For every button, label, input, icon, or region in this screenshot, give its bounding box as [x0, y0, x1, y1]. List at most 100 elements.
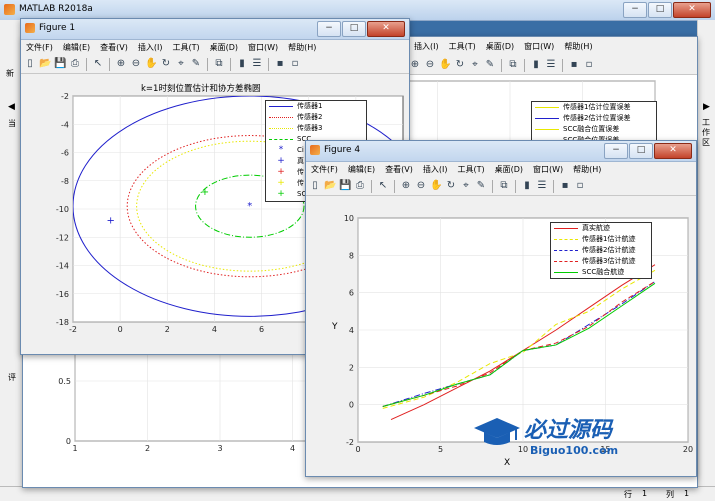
pointer-icon[interactable]: ↖ [92, 58, 104, 70]
menu-tools[interactable]: 工具(T) [452, 164, 489, 175]
menu-view[interactable]: 查看(V) [95, 42, 133, 53]
hide-tools-icon[interactable]: ▪ [274, 58, 286, 70]
print-icon[interactable]: ⎙ [69, 58, 81, 70]
y-tick-label: -8 [61, 177, 69, 186]
legend-icon[interactable]: ☰ [536, 180, 548, 192]
fig4-minimize-button[interactable]: − [604, 143, 628, 159]
menu-help[interactable]: 帮助(H) [283, 42, 321, 53]
watermark-sub: Biguo100.com [530, 444, 619, 457]
rotate-icon[interactable]: ↻ [454, 59, 466, 71]
status-row-value: 1 [642, 489, 648, 498]
bg-menu-item[interactable]: 帮助(H) [559, 41, 597, 55]
menu-view[interactable]: 查看(V) [380, 164, 418, 175]
hide-tools-icon[interactable]: ▪ [559, 180, 571, 192]
y-tick-label: -14 [56, 262, 69, 271]
bg-menu-item[interactable]: 窗口(W) [519, 41, 559, 55]
left-tab-new[interactable]: 新 [6, 68, 14, 79]
save-icon[interactable]: 💾 [54, 58, 66, 70]
save-icon[interactable]: 💾 [339, 180, 351, 192]
rotate-icon[interactable]: ↻ [445, 180, 457, 192]
menu-desktop[interactable]: 桌面(D) [205, 42, 243, 53]
bg-menu-item[interactable]: 插入(I) [409, 41, 444, 55]
fig1-close-button[interactable]: ✕ [367, 21, 405, 37]
figure4-titlebar: Figure 4 − □ ✕ [306, 141, 696, 162]
right-dock: ▶ 工作区 [697, 20, 715, 486]
menu-file[interactable]: 文件(F) [306, 164, 343, 175]
fig1-minimize-button[interactable]: − [317, 21, 341, 37]
zoom-out-icon[interactable]: ⊖ [130, 58, 142, 70]
left-tab-eval[interactable]: 评 [8, 372, 16, 383]
right-arrow-icon[interactable]: ▶ [703, 102, 710, 112]
menu-edit[interactable]: 编辑(E) [58, 42, 95, 53]
dock-icon[interactable]: ▫ [574, 180, 586, 192]
zoom-out-icon[interactable]: ⊖ [424, 59, 436, 71]
colorbar-icon[interactable]: ▮ [521, 180, 533, 192]
y-tick-label: 2 [349, 363, 354, 372]
status-col-value: 1 [684, 489, 690, 498]
menu-insert[interactable]: 插入(I) [418, 164, 453, 175]
zoom-in-icon[interactable]: ⊕ [409, 59, 421, 71]
data-cursor-icon[interactable]: ⌖ [460, 180, 472, 192]
print-icon[interactable]: ⎙ [354, 180, 366, 192]
figure4-ylabel: Y [332, 322, 338, 332]
menu-tools[interactable]: 工具(T) [167, 42, 204, 53]
brush-icon[interactable]: ✎ [475, 180, 487, 192]
menu-help[interactable]: 帮助(H) [568, 164, 606, 175]
new-figure-icon[interactable]: ▯ [309, 180, 321, 192]
pan-icon[interactable]: ✋ [145, 58, 157, 70]
link-icon[interactable]: ⧉ [213, 58, 225, 70]
matlab-logo-icon [4, 4, 15, 15]
right-tab-workspace[interactable]: 工作区 [702, 118, 712, 148]
menu-desktop[interactable]: 桌面(D) [490, 164, 528, 175]
y-tick-label: -4 [61, 120, 69, 129]
zoom-out-icon[interactable]: ⊖ [415, 180, 427, 192]
hide-tools-icon[interactable]: ▪ [568, 59, 580, 71]
data-cursor-icon[interactable]: ⌖ [175, 58, 187, 70]
figure1-toolbar: ▯ 📂 💾 ⎙ ↖ ⊕ ⊖ ✋ ↻ ⌖ ✎ ⧉ ▮ ☰ ▪ ▫ [21, 55, 409, 74]
dock-icon[interactable]: ▫ [289, 58, 301, 70]
fig4-close-button[interactable]: ✕ [654, 143, 692, 159]
menu-insert[interactable]: 插入(I) [133, 42, 168, 53]
pointer-icon[interactable]: ↖ [377, 180, 389, 192]
fig1-maximize-button[interactable]: □ [342, 21, 366, 37]
pan-icon[interactable]: ✋ [439, 59, 451, 71]
menu-window[interactable]: 窗口(W) [528, 164, 568, 175]
menu-file[interactable]: 文件(F) [21, 42, 58, 53]
y-tick-label: 8 [349, 251, 354, 260]
minimize-button[interactable]: − [623, 2, 647, 18]
dock-icon[interactable]: ▫ [583, 59, 595, 71]
zoom-in-icon[interactable]: ⊕ [115, 58, 127, 70]
y-tick-label: -16 [56, 290, 69, 299]
x-tick-label: 4 [290, 444, 295, 453]
zoom-in-icon[interactable]: ⊕ [400, 180, 412, 192]
x-tick-label: 2 [165, 325, 170, 334]
left-arrow-icon[interactable]: ◀ [8, 102, 15, 112]
maximize-button[interactable]: □ [648, 2, 672, 18]
legend-icon[interactable]: ☰ [251, 58, 263, 70]
pan-icon[interactable]: ✋ [430, 180, 442, 192]
menu-edit[interactable]: 编辑(E) [343, 164, 380, 175]
fig4-maximize-button[interactable]: □ [629, 143, 653, 159]
open-icon[interactable]: 📂 [39, 58, 51, 70]
colorbar-icon[interactable]: ▮ [236, 58, 248, 70]
bg-menu-item[interactable]: 工具(T) [444, 41, 481, 55]
brush-icon[interactable]: ✎ [190, 58, 202, 70]
bg-menu-item[interactable]: 桌面(D) [481, 41, 519, 55]
data-cursor-icon[interactable]: ⌖ [469, 59, 481, 71]
figure1-chart-title: k=1时刻位置估计和协方差椭圆 [141, 84, 261, 94]
rotate-icon[interactable]: ↻ [160, 58, 172, 70]
close-button[interactable]: ✕ [673, 2, 711, 18]
x-tick-label: 1 [72, 444, 77, 453]
link-icon[interactable]: ⧉ [507, 59, 519, 71]
menu-window[interactable]: 窗口(W) [243, 42, 283, 53]
open-icon[interactable]: 📂 [324, 180, 336, 192]
brush-icon[interactable]: ✎ [484, 59, 496, 71]
x-tick-label: 4 [212, 325, 217, 334]
colorbar-icon[interactable]: ▮ [530, 59, 542, 71]
left-tab-current[interactable]: 当 [8, 118, 16, 129]
y-tick-label: 6 [349, 289, 354, 298]
new-figure-icon[interactable]: ▯ [24, 58, 36, 70]
legend-icon[interactable]: ☰ [545, 59, 557, 71]
y-tick-label: -10 [56, 205, 69, 214]
link-icon[interactable]: ⧉ [498, 180, 510, 192]
